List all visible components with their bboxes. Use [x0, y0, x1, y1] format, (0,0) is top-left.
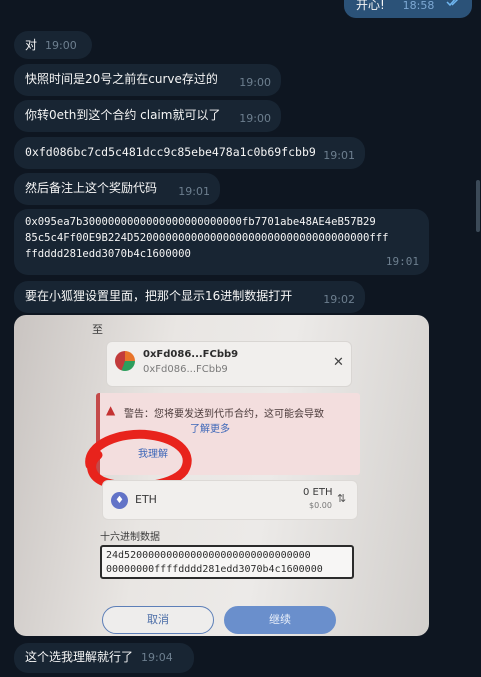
message-bubble[interactable]: 快照时间是20号之前在curve存过的 19:00: [14, 64, 281, 96]
contract-avatar-icon: [115, 351, 135, 371]
message-bubble[interactable]: 然后备注上这个奖励代码 19:01: [14, 173, 220, 205]
contract-address-sub: 0xFd086...FCbb9: [143, 364, 228, 375]
message-text: 然后备注上这个奖励代码: [25, 181, 158, 195]
scrollbar[interactable]: [476, 180, 480, 232]
warning-text: 警告：您将要发送到代币合约，这可能会导致: [124, 409, 324, 420]
message-bubble[interactable]: 对 19:00: [14, 31, 92, 59]
message-text-line: ffdddd281edd3070b4c1600000: [25, 248, 191, 260]
message-bubble[interactable]: 你转0eth到这个合约 claim就可以了 19:00: [14, 100, 281, 132]
chat-history: 开心! 18:58 对 19:00 快照时间是20号之前在curve存过的 19:…: [0, 0, 481, 677]
message-text: 快照时间是20号之前在curve存过的: [25, 72, 218, 86]
message-time: 19:01: [178, 185, 210, 198]
hex-data-line: 24d5200000000000000000000000000000: [106, 550, 311, 561]
message-bubble[interactable]: 0xfd086bc7cd5c481dcc9c85ebe478a1c0b69fcb…: [14, 137, 365, 169]
asset-name: ETH: [135, 493, 157, 506]
confirm-button: 继续: [224, 606, 336, 634]
double-check-icon: [446, 0, 462, 10]
outgoing-message[interactable]: 开心! 18:58: [344, 0, 472, 18]
asset-usd: $0.00: [309, 501, 332, 510]
message-text: 开心!: [356, 0, 385, 12]
to-label: 至: [92, 323, 103, 336]
cancel-button: 取消: [102, 606, 214, 634]
contract-address: 0xFd086...FCbb9: [143, 349, 239, 360]
warning-icon: ▲: [106, 403, 116, 417]
message-time: 19:02: [323, 293, 355, 306]
hex-data-box: 24d5200000000000000000000000000000 00000…: [100, 545, 354, 579]
message-time: 19:01: [385, 255, 419, 268]
asset-row: ♦ ETH 0 ETH $0.00 ⇅: [102, 480, 358, 520]
asset-amount: 0 ETH: [303, 487, 333, 498]
hex-data-line: 00000000ffffdddd281edd3070b4c1600000: [106, 564, 323, 575]
close-icon: ✕: [333, 355, 344, 370]
message-text: 对: [25, 38, 38, 52]
hex-data-label: 十六进制数据: [100, 532, 160, 543]
message-bubble[interactable]: 0x095ea7b3000000000000000000000000fb7701…: [14, 209, 429, 275]
message-text: 这个选我理解就行了: [25, 650, 134, 664]
message-text-line: 0x095ea7b3000000000000000000000000fb7701…: [25, 216, 376, 228]
message-time: 19:00: [239, 112, 271, 125]
swap-arrows-icon: ⇅: [337, 492, 347, 505]
contract-address-card: 0xFd086...FCbb9 0xFd086...FCbb9 ✕: [106, 341, 352, 387]
eth-icon: ♦: [111, 492, 128, 509]
message-time: 19:04: [141, 651, 173, 664]
message-text: 0xfd086bc7cd5c481dcc9c85ebe478a1c0b69fcb…: [25, 145, 316, 159]
message-bubble[interactable]: 这个选我理解就行了 19:04: [14, 643, 194, 673]
message-text: 要在小狐狸设置里面，把那个显示16进制数据打开: [25, 289, 293, 303]
message-bubble[interactable]: 要在小狐狸设置里面，把那个显示16进制数据打开 19:02: [14, 281, 365, 313]
wallet-screenshot-photo[interactable]: 至 0xFd086...FCbb9 0xFd086...FCbb9 ✕ ▲ 警告…: [14, 315, 429, 636]
message-time: 19:01: [323, 149, 355, 162]
message-time: 18:58: [402, 0, 435, 12]
message-time: 19:00: [239, 76, 271, 89]
message-text: 你转0eth到这个合约 claim就可以了: [25, 108, 221, 122]
message-text-line: 85c5c4Ff00E9B224D52000000000000000000000…: [25, 232, 389, 244]
message-time: 19:00: [45, 39, 77, 52]
